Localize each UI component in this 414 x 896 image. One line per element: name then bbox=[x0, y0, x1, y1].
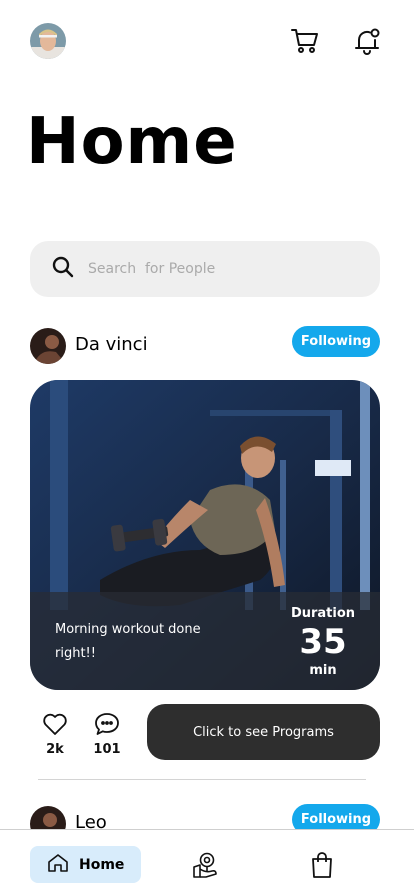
home-icon bbox=[47, 853, 69, 877]
top-bar bbox=[0, 0, 414, 82]
author-avatar[interactable] bbox=[30, 328, 66, 364]
like-button[interactable]: 2k bbox=[37, 710, 73, 757]
shopping-bag-icon[interactable] bbox=[307, 850, 337, 880]
bottom-nav: Home bbox=[0, 829, 414, 896]
profile-avatar[interactable] bbox=[30, 23, 66, 59]
location-icon[interactable] bbox=[190, 850, 220, 880]
comment-count: 101 bbox=[93, 742, 121, 757]
duration-value: 35 bbox=[299, 622, 347, 662]
comment-icon bbox=[89, 710, 125, 738]
author-name[interactable]: Da vinci bbox=[75, 334, 148, 355]
duration-label: Duration bbox=[290, 606, 356, 621]
post-actions: 2k 101 Click to see Programs bbox=[0, 704, 414, 764]
post-divider bbox=[38, 779, 366, 780]
search-input[interactable] bbox=[88, 261, 348, 277]
bell-icon[interactable] bbox=[349, 23, 385, 59]
see-programs-button[interactable]: Click to see Programs bbox=[147, 704, 380, 760]
following-button[interactable]: Following bbox=[292, 326, 380, 357]
page-title: Home bbox=[26, 105, 238, 179]
duration-unit: min bbox=[309, 663, 337, 678]
nav-home-tab[interactable]: Home bbox=[30, 846, 141, 883]
workout-card[interactable]: Morning workout done right!! Duration 35… bbox=[30, 380, 380, 690]
like-count: 2k bbox=[46, 742, 64, 757]
search-bar[interactable] bbox=[30, 241, 380, 297]
search-icon bbox=[52, 256, 74, 282]
heart-icon bbox=[37, 710, 73, 738]
workout-caption: Morning workout done right!! bbox=[55, 622, 201, 661]
cart-icon[interactable] bbox=[287, 23, 323, 59]
nav-home-label: Home bbox=[79, 856, 125, 873]
comment-button[interactable]: 101 bbox=[89, 710, 125, 757]
